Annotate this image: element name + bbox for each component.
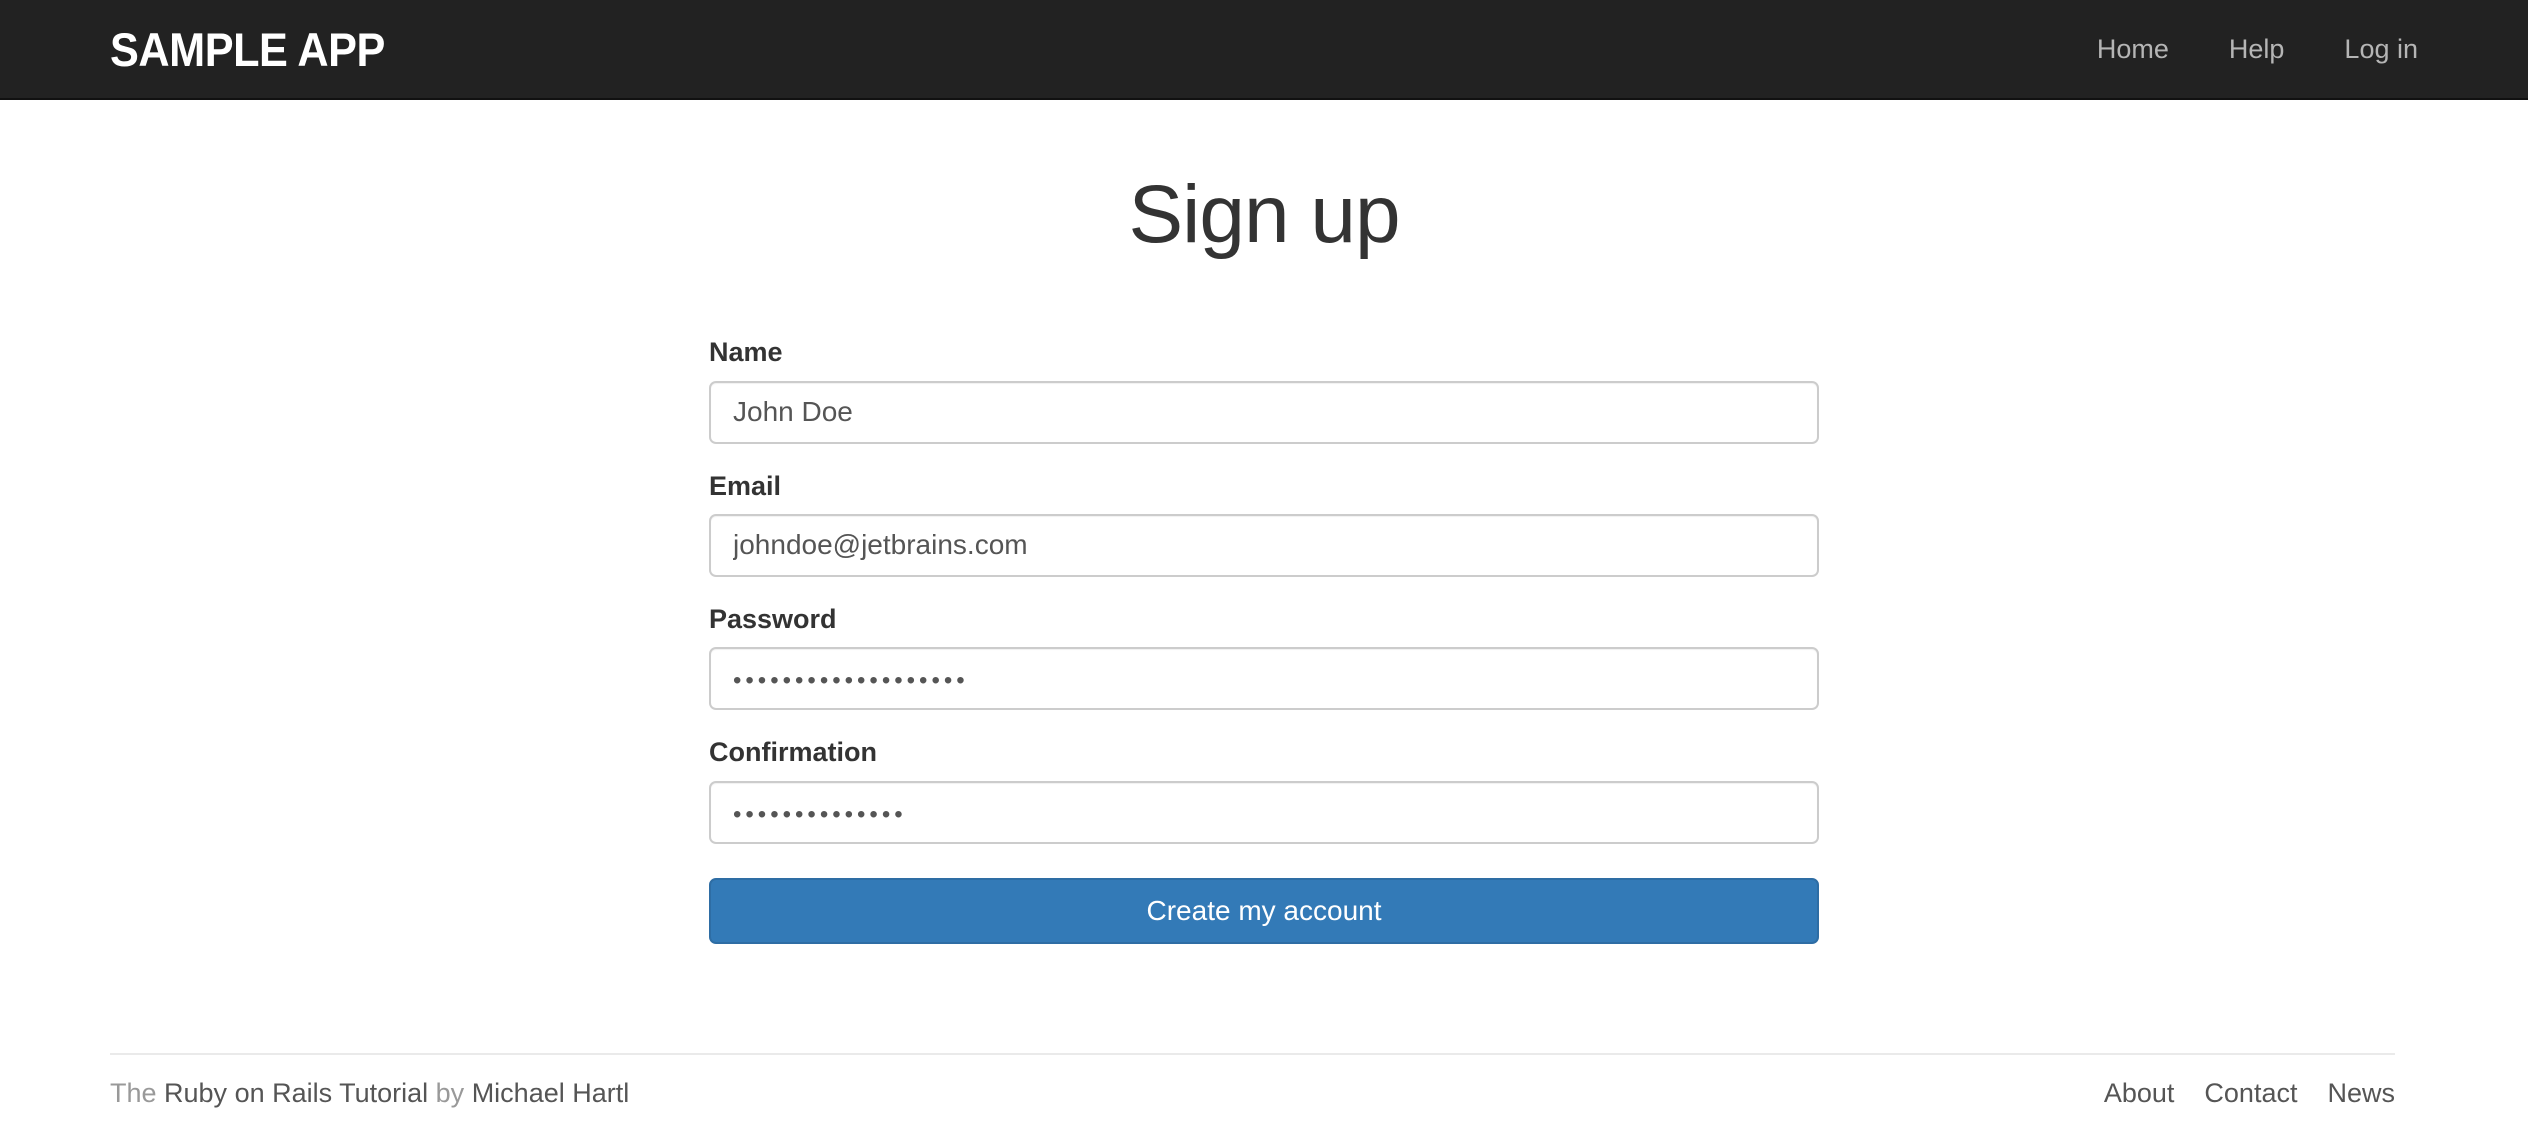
field-group-password: Password •••••••••••••••••••	[709, 603, 1819, 711]
create-account-button[interactable]: Create my account	[709, 877, 1819, 944]
field-group-confirmation: Confirmation ••••••••••••••	[709, 736, 1819, 844]
label-confirmation: Confirmation	[709, 737, 877, 768]
signup-form: Name Email Password ••••••••••••••••••• …	[709, 260, 1819, 944]
footer-item-contact[interactable]: Contact	[2174, 1077, 2297, 1109]
footer-link-about[interactable]: About	[2074, 1077, 2175, 1109]
label-password: Password	[709, 603, 837, 634]
footer-item-about[interactable]: About	[2074, 1077, 2175, 1109]
confirmation-input[interactable]: ••••••••••••••	[709, 780, 1819, 844]
label-email: Email	[709, 470, 782, 501]
name-input[interactable]	[709, 380, 1819, 444]
page-title: Sign up	[1128, 169, 1400, 260]
nav-item-home[interactable]: Home	[2067, 35, 2199, 63]
site-footer: The Ruby on Rails Tutorial by Michael Ha…	[110, 1053, 2395, 1109]
footer-link-news[interactable]: News	[2297, 1077, 2395, 1109]
nav-link-home[interactable]: Home	[2067, 35, 2199, 63]
footer-credit: The Ruby on Rails Tutorial by Michael Ha…	[110, 1077, 629, 1109]
email-input[interactable]	[709, 513, 1819, 577]
footer-nav: About Contact News	[2074, 1077, 2395, 1109]
confirmation-masked-value: ••••••••••••••	[733, 800, 907, 828]
password-masked-value: •••••••••••••••••••	[733, 667, 969, 695]
main-content: Sign up Name Email Password ••••••••••••…	[0, 100, 2528, 944]
password-input[interactable]: •••••••••••••••••••	[709, 647, 1819, 711]
footer-tutorial-link[interactable]: Ruby on Rails Tutorial	[164, 1078, 428, 1108]
footer-link-contact[interactable]: Contact	[2174, 1077, 2297, 1109]
primary-nav: Home Help Log in	[2067, 35, 2418, 63]
footer-item-news[interactable]: News	[2297, 1077, 2395, 1109]
footer-credit-middle: by	[428, 1078, 472, 1108]
field-group-email: Email	[709, 470, 1819, 577]
nav-item-login[interactable]: Log in	[2314, 35, 2418, 63]
nav-link-help[interactable]: Help	[2199, 35, 2315, 63]
site-logo[interactable]: SAMPLE APP	[110, 26, 385, 73]
label-name: Name	[709, 337, 783, 368]
footer-credit-prefix: The	[110, 1078, 165, 1108]
field-group-name: Name	[709, 336, 1819, 444]
nav-link-login[interactable]: Log in	[2314, 35, 2418, 63]
nav-item-help[interactable]: Help	[2199, 35, 2315, 63]
footer-author-link[interactable]: Michael Hartl	[472, 1078, 630, 1108]
site-header: SAMPLE APP Home Help Log in	[0, 0, 2528, 100]
